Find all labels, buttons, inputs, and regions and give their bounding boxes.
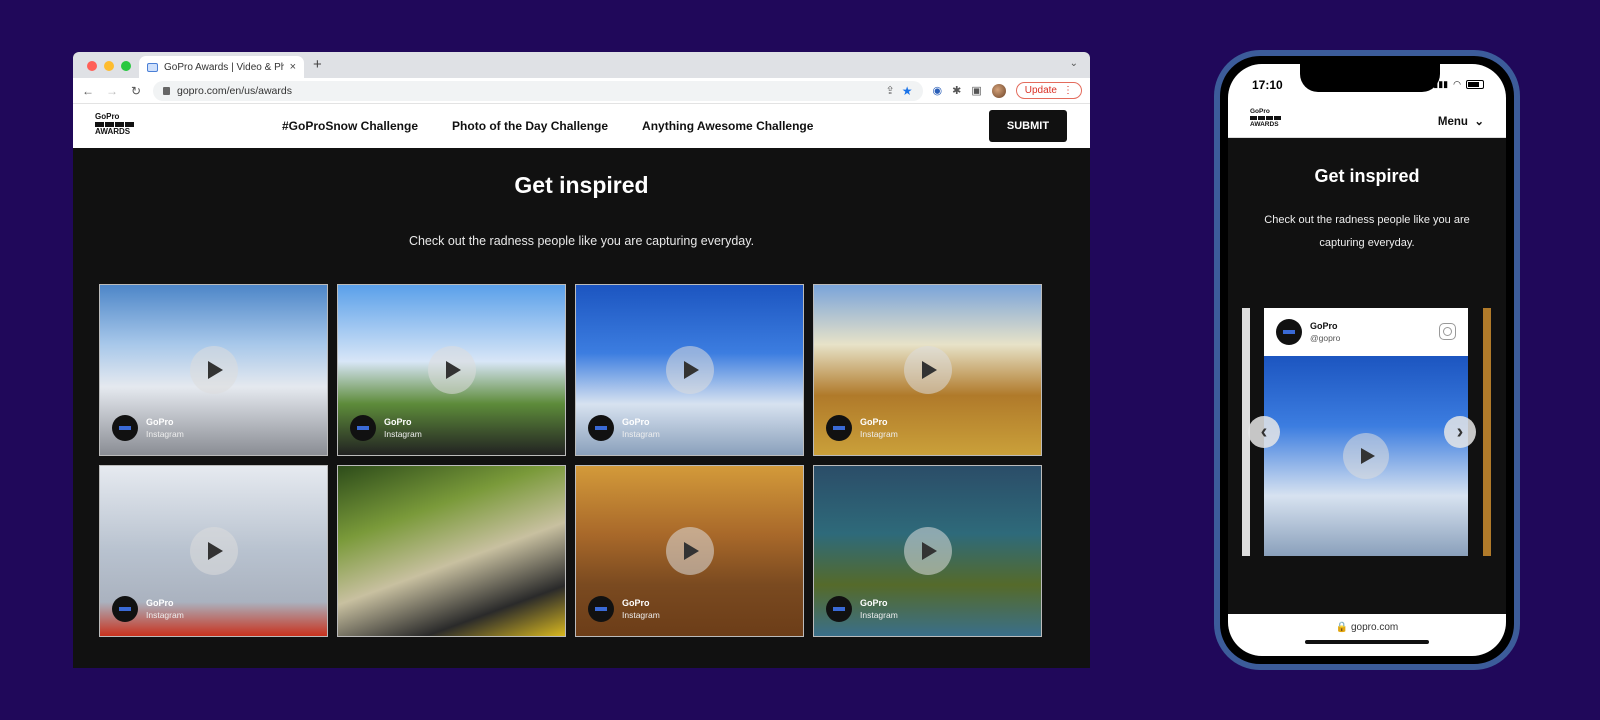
avatar bbox=[112, 596, 138, 622]
side-panel-icon[interactable]: ▣ bbox=[971, 84, 981, 97]
page-title: Get inspired bbox=[514, 172, 649, 198]
new-tab-button[interactable]: + bbox=[313, 56, 322, 73]
gopro-awards-logo[interactable]: GoPro AWARDS bbox=[95, 113, 134, 136]
avatar bbox=[350, 415, 376, 441]
battery-icon bbox=[1466, 80, 1484, 89]
carousel-prev-button[interactable]: ‹ bbox=[1248, 416, 1280, 448]
avatar bbox=[826, 596, 852, 622]
card-header: GoPro @gopro bbox=[1264, 308, 1468, 356]
media-tile[interactable]: GoPro Instagram bbox=[813, 284, 1042, 456]
avatar bbox=[826, 415, 852, 441]
media-card[interactable]: GoPro @gopro bbox=[1264, 308, 1468, 556]
maximize-window-button[interactable] bbox=[121, 61, 131, 71]
update-label: Update bbox=[1024, 85, 1057, 96]
kebab-menu-icon: ⋮ bbox=[1063, 85, 1073, 96]
tile-meta: GoPro Instagram bbox=[826, 415, 898, 441]
page-subtitle: Check out the radness people like you ar… bbox=[408, 234, 755, 248]
mobile-url: gopro.com bbox=[1350, 622, 1399, 633]
tab-title: GoPro Awards | Video & Photo bbox=[164, 61, 284, 73]
page-subtitle: Check out the radness people like you ar… bbox=[1264, 214, 1470, 249]
media-tile[interactable]: GoPro Instagram bbox=[99, 465, 328, 637]
mobile-header: GoPro AWARDS Menu ⌄ bbox=[1228, 104, 1506, 138]
avatar bbox=[588, 415, 614, 441]
page-content: Get inspired Check out the radness peopl… bbox=[73, 148, 1090, 668]
play-icon[interactable] bbox=[665, 527, 714, 575]
play-icon[interactable] bbox=[903, 527, 952, 575]
favicon-icon bbox=[147, 62, 158, 72]
media-tile[interactable] bbox=[337, 465, 566, 637]
media-tile[interactable]: GoPro Instagram bbox=[337, 284, 566, 456]
card-handle: @gopro bbox=[1310, 333, 1341, 343]
puzzle-extensions-icon[interactable]: ✱ bbox=[952, 84, 961, 97]
avatar bbox=[1276, 319, 1302, 345]
avatar bbox=[112, 415, 138, 441]
card-name: GoPro bbox=[1310, 321, 1338, 331]
browser-window: GoPro Awards | Video & Photo × + ⌄ ← → ↻… bbox=[73, 52, 1090, 668]
chevron-down-icon: ⌄ bbox=[1471, 116, 1484, 128]
site-header: GoPro AWARDS #GoProSnow Challenge Photo … bbox=[73, 104, 1090, 148]
forward-arrow-icon[interactable]: → bbox=[105, 84, 119, 98]
instagram-icon[interactable] bbox=[1439, 323, 1456, 340]
media-tile[interactable]: GoPro Instagram bbox=[813, 465, 1042, 637]
address-bar: ← → ↻ gopro.com/en/us/awards ⇪ ★ ◉ ✱ ▣ U… bbox=[73, 78, 1090, 104]
update-button[interactable]: Update ⋮ bbox=[1015, 82, 1082, 99]
play-icon[interactable] bbox=[903, 346, 952, 394]
tab-search-chevron-icon[interactable]: ⌄ bbox=[1070, 58, 1078, 69]
browser-tab[interactable]: GoPro Awards | Video & Photo × bbox=[139, 56, 304, 78]
media-grid: GoPro Instagram GoPro Instagram GoPro Insta… bbox=[99, 284, 1042, 637]
tile-meta: GoPro Instagram bbox=[112, 415, 184, 441]
tab-bar: GoPro Awards | Video & Photo × + ⌄ bbox=[73, 52, 1090, 78]
minimize-window-button[interactable] bbox=[104, 61, 114, 71]
share-icon[interactable]: ⇪ bbox=[886, 84, 895, 97]
nav-photo-of-the-day-challenge[interactable]: Photo of the Day Challenge bbox=[452, 119, 608, 133]
mobile-url-bar[interactable]: 🔒 gopro.com bbox=[1228, 614, 1506, 656]
page-title: Get inspired bbox=[1314, 166, 1420, 186]
media-tile[interactable]: GoPro Instagram bbox=[575, 465, 804, 637]
tile-meta: GoPro Instagram bbox=[350, 415, 422, 441]
media-carousel: GoPro @gopro ‹ › bbox=[1228, 308, 1506, 556]
status-icons: ▮▮▮ ◠ bbox=[1433, 79, 1484, 90]
media-tile[interactable]: GoPro Instagram bbox=[99, 284, 328, 456]
window-controls bbox=[87, 61, 131, 71]
extension-icon[interactable]: ◉ bbox=[933, 84, 943, 97]
back-arrow-icon[interactable]: ← bbox=[81, 84, 95, 98]
tile-meta: GoPro Instagram bbox=[112, 596, 184, 622]
play-icon[interactable] bbox=[665, 346, 714, 394]
nav-gopro-snow-challenge[interactable]: #GoProSnow Challenge bbox=[282, 119, 418, 133]
tile-meta: GoPro Instagram bbox=[826, 596, 898, 622]
nav-anything-awesome-challenge[interactable]: Anything Awesome Challenge bbox=[642, 119, 813, 133]
main-nav: #GoProSnow Challenge Photo of the Day Ch… bbox=[282, 119, 813, 133]
notch bbox=[1300, 64, 1440, 92]
status-bar: 17:10 ▮▮▮ ◠ bbox=[1228, 64, 1506, 104]
menu-button[interactable]: Menu ⌄ bbox=[1438, 114, 1484, 128]
signal-icon: ▮▮▮ bbox=[1433, 79, 1449, 89]
wifi-icon: ◠ bbox=[1453, 79, 1461, 89]
submit-button[interactable]: SUBMIT bbox=[989, 110, 1067, 142]
play-icon[interactable] bbox=[189, 346, 238, 394]
phone-screen: 17:10 ▮▮▮ ◠ GoPro AWARDS Menu ⌄ Get insp… bbox=[1228, 64, 1506, 656]
status-time: 17:10 bbox=[1252, 78, 1283, 92]
tile-meta: GoPro Instagram bbox=[588, 415, 660, 441]
lock-icon bbox=[163, 86, 170, 95]
reload-icon[interactable]: ↻ bbox=[129, 84, 143, 98]
bookmark-star-icon[interactable]: ★ bbox=[902, 84, 913, 98]
profile-avatar[interactable] bbox=[991, 83, 1006, 98]
tile-meta: GoPro Instagram bbox=[588, 596, 660, 622]
url-input[interactable]: gopro.com/en/us/awards ⇪ ★ bbox=[153, 80, 923, 101]
play-icon[interactable] bbox=[427, 346, 476, 394]
play-icon[interactable] bbox=[189, 527, 238, 575]
play-icon[interactable] bbox=[1343, 433, 1389, 479]
media-tile[interactable]: GoPro Instagram bbox=[575, 284, 804, 456]
card-media[interactable] bbox=[1264, 356, 1468, 556]
close-window-button[interactable] bbox=[87, 61, 97, 71]
phone-device: 17:10 ▮▮▮ ◠ GoPro AWARDS Menu ⌄ Get insp… bbox=[1214, 50, 1520, 670]
carousel-next-button[interactable]: › bbox=[1444, 416, 1476, 448]
url-text: gopro.com/en/us/awards bbox=[177, 84, 292, 97]
tab-close-icon[interactable]: × bbox=[290, 61, 296, 73]
home-indicator[interactable] bbox=[1305, 640, 1429, 644]
avatar bbox=[588, 596, 614, 622]
gopro-awards-logo[interactable]: GoPro AWARDS bbox=[1250, 108, 1281, 128]
